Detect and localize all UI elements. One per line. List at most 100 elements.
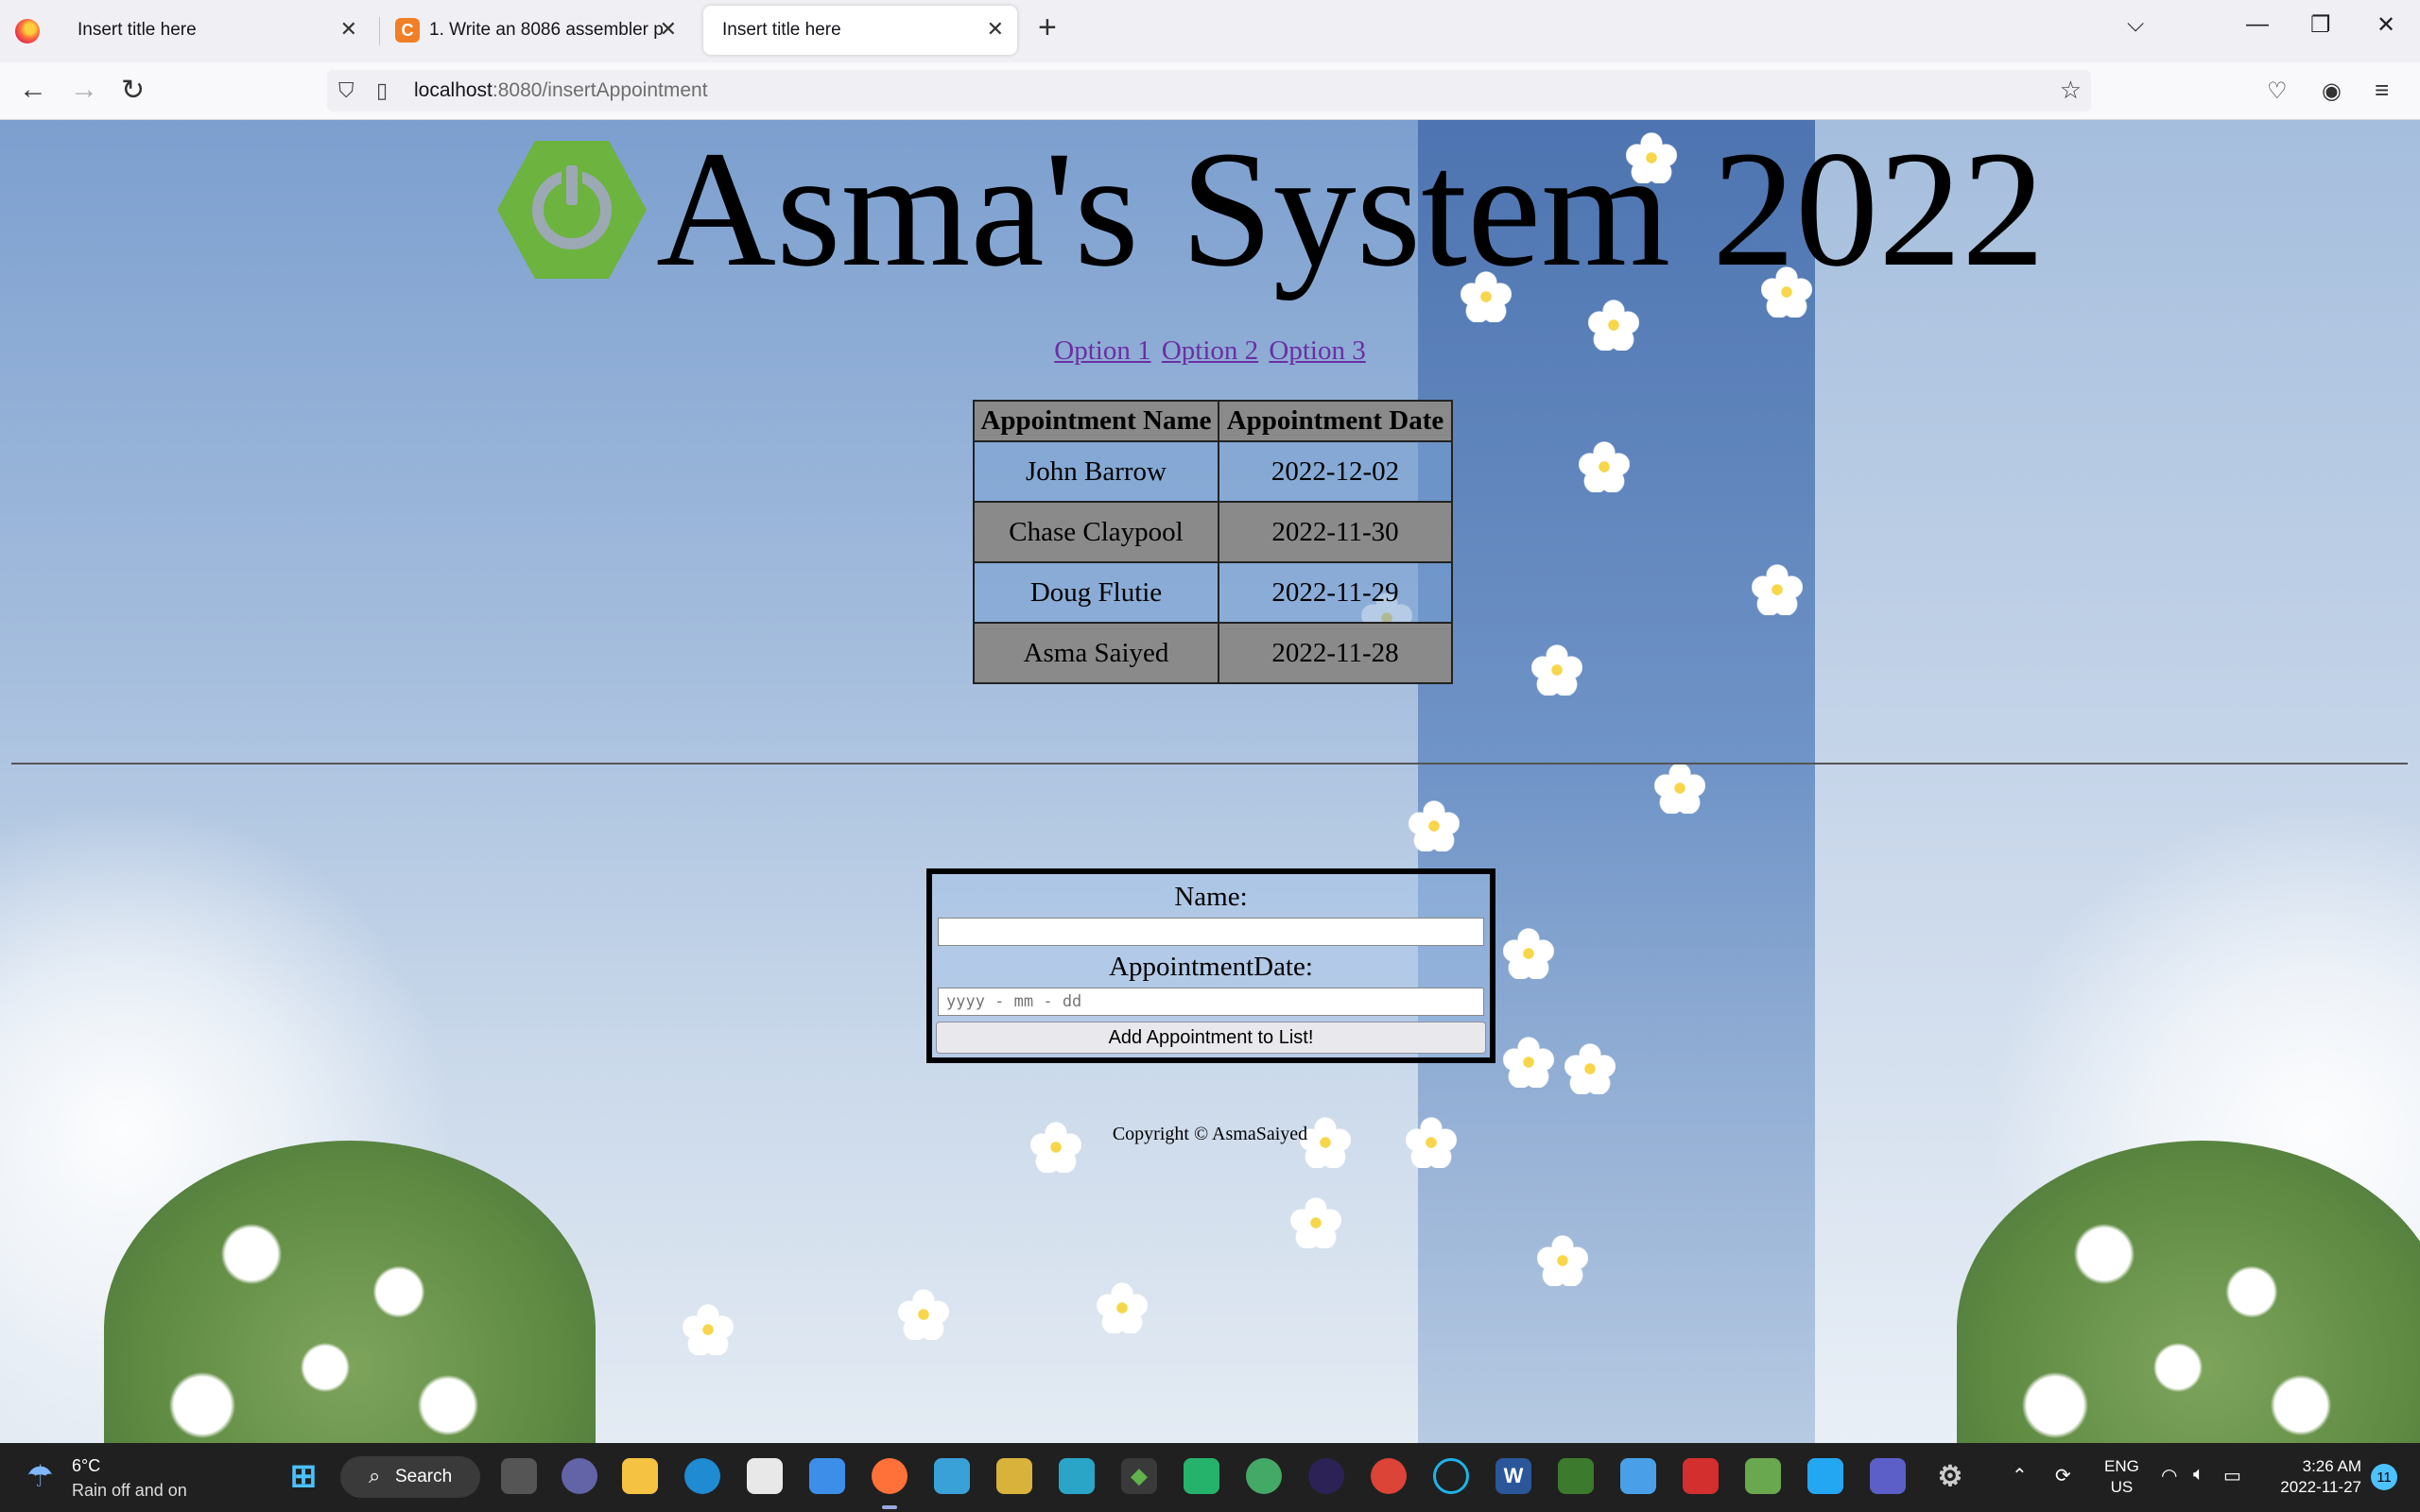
shield-icon[interactable]: ⛉ bbox=[338, 78, 354, 103]
sync-icon[interactable]: ⟳ bbox=[2055, 1464, 2071, 1487]
flower-decoration bbox=[1537, 1235, 1588, 1286]
windows-start-icon[interactable]: ⊞ bbox=[285, 1458, 321, 1494]
flower-decoration bbox=[1564, 1043, 1616, 1094]
minimize-icon[interactable]: — bbox=[2246, 11, 2269, 38]
appointment-name-cell: Doug Flutie bbox=[973, 561, 1219, 624]
mongodb-icon[interactable]: ◆ bbox=[1121, 1458, 1157, 1494]
eclipse-icon[interactable] bbox=[1308, 1458, 1344, 1494]
language-code: ENG bbox=[2104, 1457, 2139, 1475]
list-tabs-chevron-icon[interactable]: ⌵ bbox=[2127, 11, 2144, 38]
task-view-icon[interactable] bbox=[501, 1458, 537, 1494]
table-row: John Barrow 2022-12-02 bbox=[973, 440, 1453, 503]
close-tab-icon[interactable]: ✕ bbox=[660, 17, 677, 42]
appointment-date-input[interactable] bbox=[938, 988, 1484, 1016]
clock-time: 3:26 AM bbox=[2302, 1457, 2361, 1475]
name-input[interactable] bbox=[938, 918, 1484, 946]
mail-icon[interactable] bbox=[809, 1458, 845, 1494]
appointment-name-cell: Asma Saiyed bbox=[973, 622, 1219, 684]
close-window-icon[interactable]: ✕ bbox=[2377, 11, 2395, 39]
vscode-icon[interactable] bbox=[1807, 1458, 1843, 1494]
app-icon[interactable] bbox=[1246, 1458, 1282, 1494]
tab-title: Insert title here bbox=[722, 20, 841, 40]
windows-taskbar: ☂ 6°C Rain off and on ⊞ ⌕ Search ◆ W ⚙ ⌃… bbox=[0, 1443, 2420, 1512]
app-icon[interactable] bbox=[1184, 1458, 1219, 1494]
url-text[interactable]: localhost:8080/insertAppointment bbox=[414, 79, 708, 102]
tab-2[interactable]: C 1. Write an 8086 assembler pro ✕ bbox=[376, 6, 690, 55]
browser-tab-bar: Insert title here ✕ C 1. Write an 8086 a… bbox=[0, 0, 2420, 62]
site-header: Asma's System 2022 bbox=[497, 127, 2045, 293]
umbrella-rain-icon[interactable]: ☂ bbox=[26, 1458, 54, 1494]
appointments-table: Appointment Name Appointment Date John B… bbox=[973, 400, 1453, 684]
acrobat-icon[interactable] bbox=[1683, 1458, 1719, 1494]
flower-decoration bbox=[1290, 1197, 1341, 1248]
flower-decoration bbox=[1752, 564, 1803, 615]
new-tab-plus-icon[interactable]: + bbox=[1038, 9, 1057, 46]
firefox-taskbar-icon[interactable] bbox=[872, 1458, 908, 1494]
flower-decoration bbox=[1409, 800, 1460, 851]
tab-3-active[interactable]: Insert title here ✕ bbox=[703, 6, 1017, 55]
app-icon[interactable] bbox=[996, 1458, 1032, 1494]
close-tab-icon[interactable]: ✕ bbox=[987, 17, 1004, 42]
column-header-name: Appointment Name bbox=[973, 400, 1219, 442]
appointment-date-label: AppointmentDate: bbox=[1109, 952, 1313, 982]
weather-temperature[interactable]: 6°C bbox=[72, 1456, 100, 1476]
forward-arrow-icon[interactable]: → bbox=[70, 74, 98, 106]
teams-icon[interactable] bbox=[1870, 1458, 1906, 1494]
add-appointment-button[interactable]: Add Appointment to List! bbox=[936, 1022, 1486, 1054]
volume-icon[interactable]: 🔈︎ bbox=[2193, 1464, 2204, 1486]
table-row: Asma Saiyed 2022-11-28 bbox=[973, 622, 1453, 684]
settings-gear-icon[interactable]: ⚙ bbox=[1932, 1458, 1968, 1494]
option-3-link[interactable]: Option 3 bbox=[1269, 335, 1365, 366]
close-tab-icon[interactable]: ✕ bbox=[340, 17, 357, 42]
flower-decoration bbox=[1531, 644, 1582, 696]
appointment-date-cell: 2022-11-30 bbox=[1218, 501, 1453, 563]
show-hidden-icons-chevron-icon[interactable]: ⌃ bbox=[2012, 1464, 2028, 1487]
system-clock[interactable]: 3:26 AM 2022-11-27 bbox=[2257, 1456, 2361, 1498]
add-appointment-form: Name: AppointmentDate: Add Appointment t… bbox=[926, 868, 1495, 1063]
tab-title: Insert title here bbox=[78, 20, 197, 40]
flower-decoration bbox=[1097, 1282, 1148, 1333]
notification-badge[interactable]: 11 bbox=[2371, 1464, 2397, 1490]
app-icon[interactable] bbox=[1059, 1458, 1095, 1494]
store-icon[interactable] bbox=[747, 1458, 783, 1494]
chegg-favicon-icon: C bbox=[395, 18, 420, 43]
weather-description[interactable]: Rain off and on bbox=[72, 1481, 187, 1501]
page-info-icon[interactable]: ▯ bbox=[376, 78, 388, 103]
teams-chat-icon[interactable] bbox=[562, 1458, 597, 1494]
weather-app-icon[interactable] bbox=[934, 1458, 970, 1494]
flower-decoration bbox=[683, 1304, 734, 1355]
reload-icon[interactable]: ↻ bbox=[121, 74, 145, 107]
tab-1[interactable]: Insert title here ✕ bbox=[59, 6, 371, 55]
appointment-date-cell: 2022-11-28 bbox=[1218, 622, 1453, 684]
battery-icon[interactable]: ▭ bbox=[2223, 1464, 2241, 1487]
wifi-icon[interactable]: ◠ bbox=[2161, 1464, 2177, 1487]
file-explorer-icon[interactable] bbox=[622, 1458, 658, 1494]
app-icon[interactable] bbox=[1558, 1458, 1594, 1494]
bookmark-star-icon[interactable]: ☆ bbox=[2060, 76, 2082, 105]
url-bar[interactable]: ⛉ ▯ localhost:8080/insertAppointment ☆ bbox=[327, 70, 2091, 112]
firefox-icon[interactable] bbox=[15, 19, 40, 43]
menu-hamburger-icon[interactable]: ≡ bbox=[2375, 76, 2389, 105]
option-2-link[interactable]: Option 2 bbox=[1162, 335, 1258, 366]
horizontal-rule bbox=[11, 763, 2408, 765]
name-label: Name: bbox=[1174, 882, 1248, 912]
edge-icon[interactable] bbox=[684, 1458, 720, 1494]
back-arrow-icon[interactable]: ← bbox=[19, 74, 47, 106]
column-header-date: Appointment Date bbox=[1218, 400, 1453, 442]
taskbar-search[interactable]: ⌕ Search bbox=[340, 1456, 480, 1498]
account-icon[interactable]: ◉ bbox=[2322, 77, 2342, 105]
tab-title: 1. Write an 8086 assembler pro bbox=[429, 20, 664, 40]
app-icon[interactable] bbox=[1745, 1458, 1781, 1494]
active-app-indicator bbox=[882, 1505, 897, 1509]
page-viewport: Asma's System 2022 Option 1 Option 2 Opt… bbox=[0, 120, 2420, 1443]
appointment-date-cell: 2022-11-29 bbox=[1218, 561, 1453, 624]
option-1-link[interactable]: Option 1 bbox=[1054, 335, 1150, 366]
cortana-icon[interactable] bbox=[1433, 1458, 1469, 1494]
input-language[interactable]: ENG US bbox=[2104, 1456, 2139, 1498]
restore-icon[interactable]: ❐ bbox=[2310, 11, 2331, 39]
word-icon[interactable]: W bbox=[1495, 1458, 1531, 1494]
chrome-icon[interactable] bbox=[1371, 1458, 1407, 1494]
pocket-icon[interactable]: ♡ bbox=[2267, 77, 2288, 105]
search-label: Search bbox=[395, 1467, 453, 1486]
notepad-icon[interactable] bbox=[1620, 1458, 1656, 1494]
